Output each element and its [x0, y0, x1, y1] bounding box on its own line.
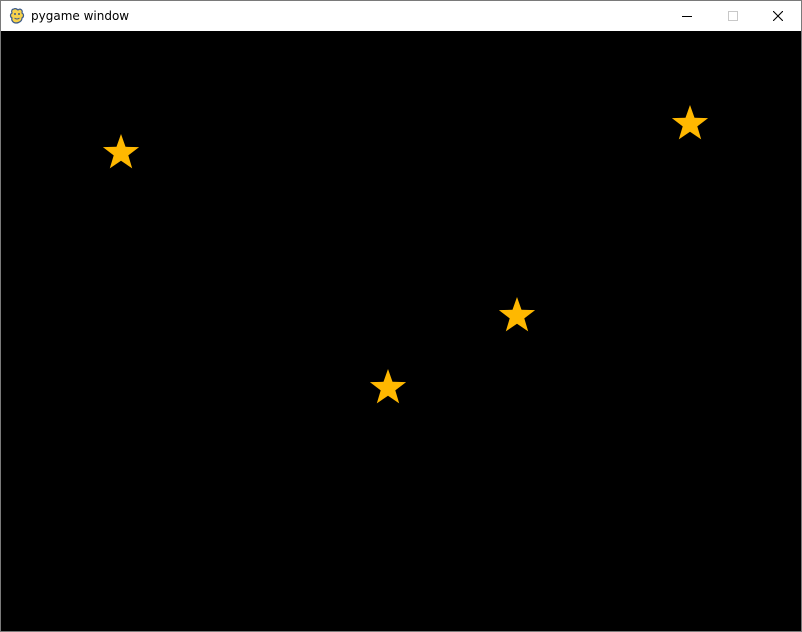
- game-canvas[interactable]: [1, 31, 801, 631]
- pygame-window: pygame window: [0, 0, 802, 632]
- title-bar[interactable]: pygame window: [1, 1, 801, 31]
- star-icon: [498, 297, 536, 332]
- star-icon: [671, 105, 709, 140]
- maximize-icon: [728, 11, 738, 21]
- maximize-button[interactable]: [710, 1, 756, 31]
- pygame-snake-icon: [9, 7, 25, 25]
- star-field: [102, 105, 709, 404]
- window-title: pygame window: [31, 9, 130, 23]
- star-icon: [102, 134, 140, 169]
- minimize-button[interactable]: [664, 1, 710, 31]
- minimize-icon: [682, 16, 692, 17]
- star-icon: [369, 369, 407, 404]
- close-button[interactable]: [755, 1, 801, 31]
- close-icon: [773, 11, 783, 21]
